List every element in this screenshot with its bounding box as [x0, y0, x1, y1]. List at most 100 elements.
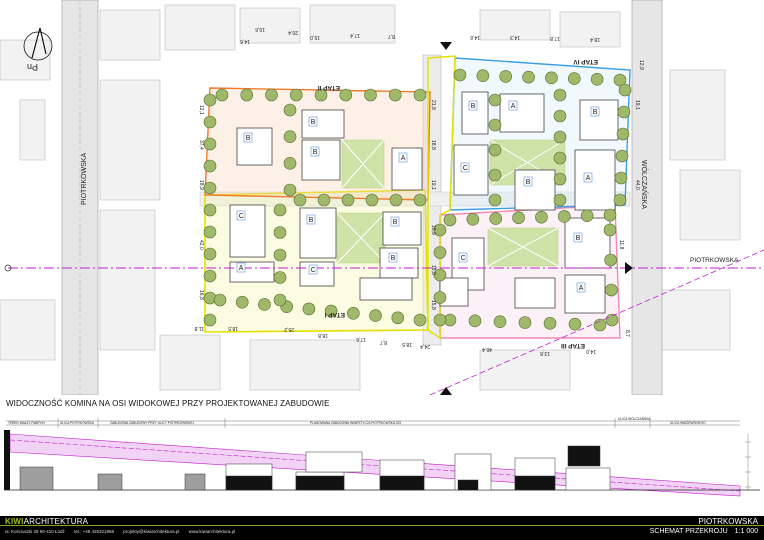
street-label-wolczanska: WÓLCZAŃSKA: [640, 160, 649, 209]
dimension-label: 17,8: [550, 35, 560, 41]
brand-kiwi: KIWI: [5, 517, 24, 526]
dimension-label: 19,1: [430, 180, 436, 190]
dimension-label: 21,8: [430, 100, 436, 110]
dimension-label: 19,1: [634, 100, 640, 110]
sheet-title: SCHEMAT PRZEKROJU: [649, 528, 728, 535]
tree: [203, 269, 217, 283]
tree: [203, 225, 217, 239]
tree: [413, 193, 427, 207]
tree: [553, 88, 567, 102]
phase-label-etap-2: ETAP II: [318, 84, 340, 91]
building-tag: C: [308, 264, 318, 275]
contact-web: www.kiwiarchitektura.pl: [188, 529, 236, 534]
brand-architektura: ARCHITEKTURA: [23, 517, 89, 526]
sheet-info: SCHEMAT PRZEKROJU 1:1 000: [643, 528, 758, 535]
dimension-label: 10,6: [255, 26, 265, 32]
tree: [580, 209, 594, 223]
tree: [568, 317, 582, 331]
phase-label-etap-1: ETAP I: [324, 311, 345, 318]
tree: [603, 223, 617, 237]
dimension-label: 14,3: [510, 34, 520, 40]
tree: [235, 295, 249, 309]
tree: [203, 203, 217, 217]
tree: [488, 168, 502, 182]
dimension-label: 18,9: [430, 225, 436, 235]
building-tag-letter: C: [311, 267, 316, 274]
section-scale: [745, 434, 751, 490]
building-tag-letter: B: [311, 119, 316, 126]
building-tag: A: [576, 282, 586, 293]
building-tag: B: [310, 146, 320, 157]
building-tag-letter: B: [526, 179, 531, 186]
dimension-label: 11,8: [618, 240, 624, 250]
tree: [289, 88, 303, 102]
tree: [203, 137, 217, 151]
tree: [590, 72, 604, 86]
tree: [553, 193, 567, 207]
tree: [603, 208, 617, 222]
tree: [215, 88, 229, 102]
building-tag: B: [243, 132, 253, 143]
sheet-scale: 1:1 000: [734, 528, 758, 535]
dimension-label: 42,0: [198, 240, 204, 250]
contact-phone: tel.: +48 426321959: [74, 529, 114, 534]
dimension-label: 18,5: [228, 325, 238, 331]
tree: [339, 88, 353, 102]
building-tag: C: [458, 252, 468, 263]
tree: [553, 151, 567, 165]
dimension-label: 12,9: [638, 60, 644, 70]
tree: [567, 72, 581, 85]
building-tag-letter: B: [313, 149, 318, 156]
dimension-label: 18,8: [430, 265, 436, 275]
tree: [518, 316, 532, 329]
tree: [553, 109, 567, 123]
tree: [203, 115, 217, 129]
contact-address: ul. Kościuszki 28 90-410 Łódź: [5, 529, 65, 534]
tree: [273, 248, 287, 262]
section-label-zabudowa: ZABUDOWA ZABUDOWY PRZY ULICY PIOTRKOWSKI…: [110, 421, 194, 425]
tree: [489, 212, 503, 225]
tree: [283, 130, 297, 143]
phase-label-etap-4: ETAP IV: [573, 58, 598, 65]
tree: [615, 149, 629, 163]
building-tag-letter: B: [309, 217, 314, 224]
section-drawing: TEREN BIAŁEJ FABRYKI ULICA PIOTRKOWSKA Z…: [4, 416, 760, 497]
building-tag: C: [460, 162, 470, 173]
tree: [369, 309, 382, 322]
dimension-label: 8,7: [624, 330, 630, 337]
dimension-label: 25,2: [284, 326, 294, 332]
tree: [557, 210, 571, 223]
street-label-piotrkowska-right: PIOTRKOWSKA: [690, 257, 739, 264]
dimension-label: 24,4: [420, 343, 430, 349]
building-tag-letter: B: [391, 255, 396, 262]
tree: [388, 88, 402, 102]
dimension-label: 8,7: [380, 339, 387, 345]
tree: [512, 211, 525, 225]
tree: [476, 69, 490, 83]
building-tag: B: [573, 232, 583, 243]
tree: [302, 302, 316, 316]
dimension-label: 18,4: [590, 36, 600, 42]
tree: [553, 130, 567, 144]
brand-logo: KIWIARCHITEKTURA: [5, 517, 88, 526]
tree: [293, 193, 307, 207]
tree: [258, 298, 271, 311]
building-tag-letter: B: [593, 109, 598, 116]
dimension-label: 17,4: [350, 32, 360, 38]
building-tag: A: [236, 262, 246, 273]
building-tag: A: [508, 100, 518, 111]
tree: [203, 181, 217, 195]
tree: [341, 193, 355, 207]
dimension-label: 15,8: [430, 300, 436, 310]
tree: [605, 283, 618, 297]
building-tag-letter: A: [401, 155, 406, 162]
tree: [213, 293, 227, 307]
tree: [203, 93, 217, 107]
building-tag: A: [398, 152, 408, 163]
tree: [317, 193, 331, 207]
dimension-label: 11,8: [194, 325, 204, 331]
dimension-label: 14,6: [240, 38, 250, 44]
title-block-divider: [0, 525, 764, 526]
tree: [203, 313, 217, 327]
tree: [365, 193, 379, 207]
